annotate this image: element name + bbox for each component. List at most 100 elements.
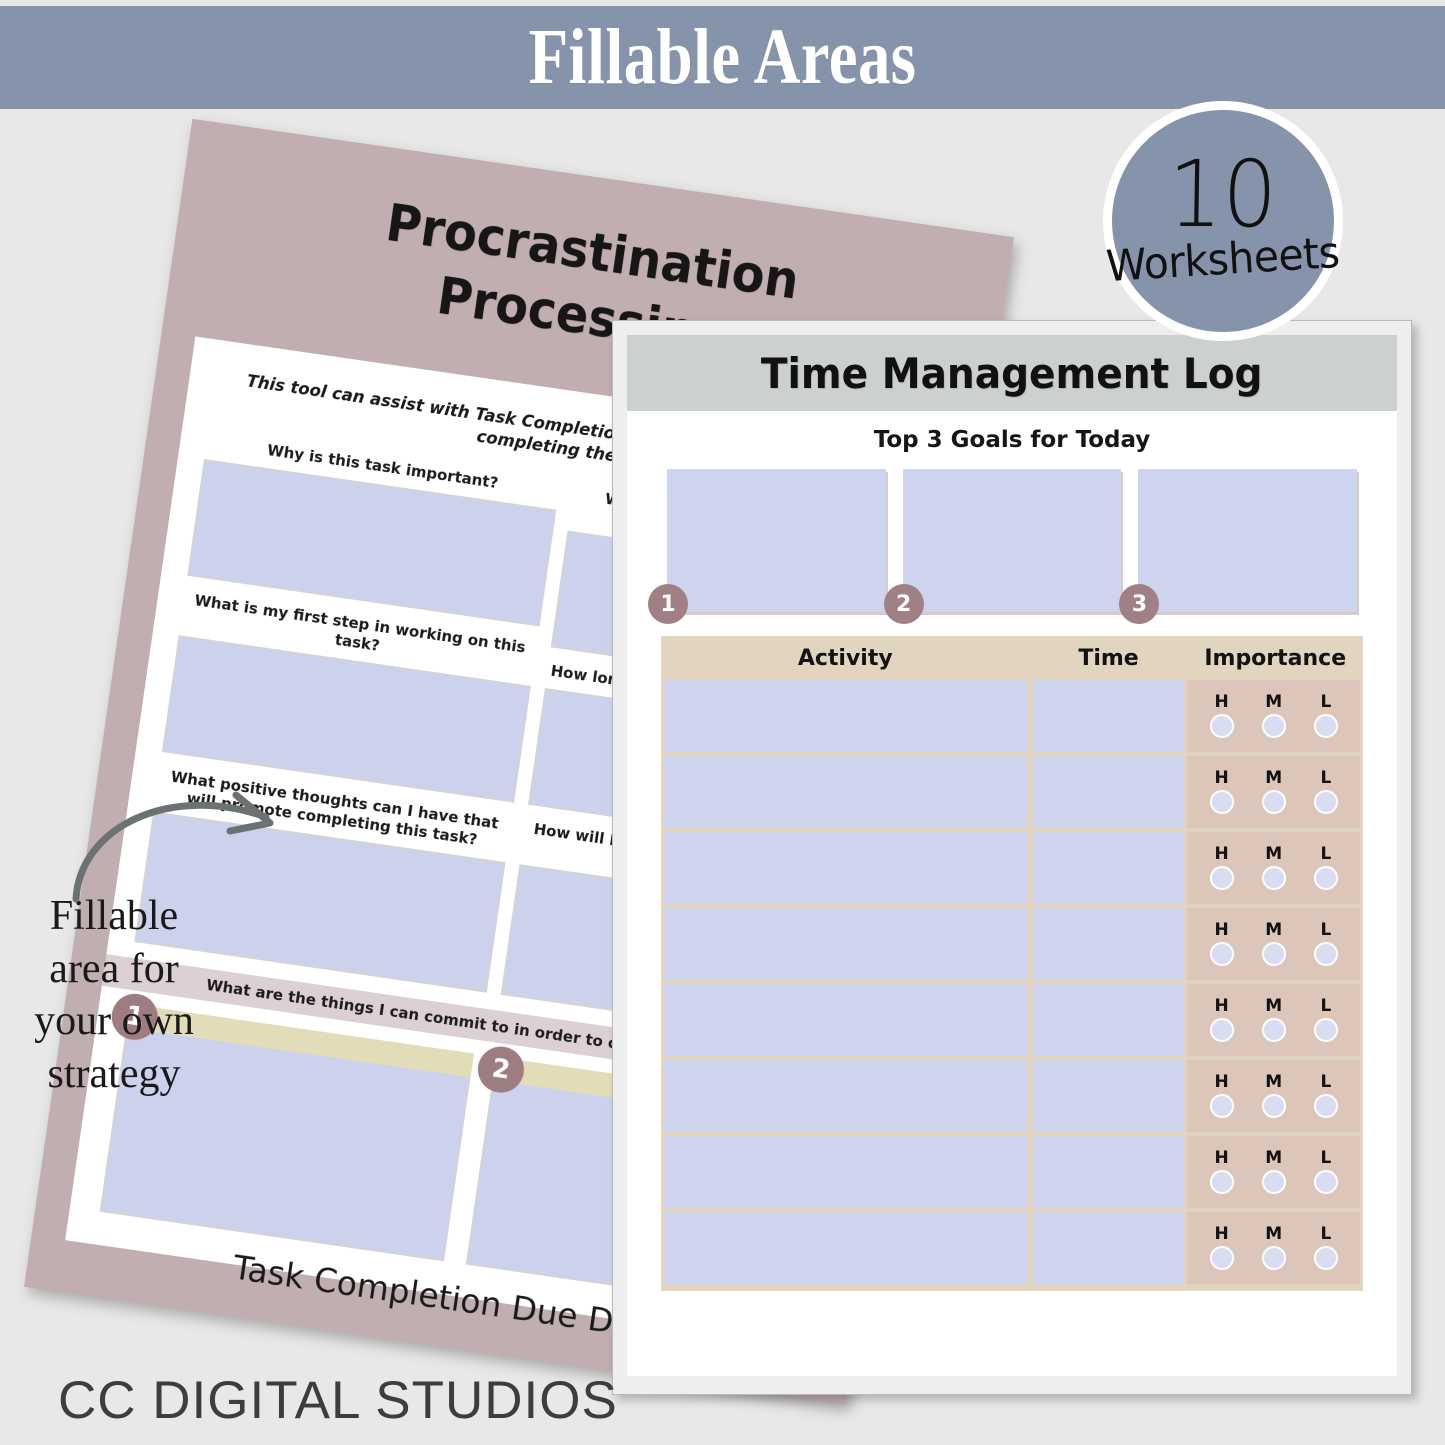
importance-option[interactable]: H [1209,922,1234,966]
importance-letter: H [1214,768,1229,788]
time-fillable-area[interactable] [1032,832,1185,904]
top-banner: Fillable Areas [0,6,1445,109]
importance-letter: L [1320,920,1332,940]
importance-option[interactable]: M [1261,846,1286,890]
activity-fillable-area[interactable] [664,832,1027,904]
table-row: H ML [661,680,1363,752]
importance-option[interactable]: M [1261,1224,1286,1270]
importance-radio-icon[interactable] [1261,1018,1286,1042]
importance-option[interactable]: M [1261,1074,1286,1118]
table-row: HML [661,908,1363,980]
importance-radio-icon[interactable] [1209,1094,1234,1118]
brand-footer: CC DIGITAL STUDIOS [58,1371,618,1430]
importance-option[interactable]: H [1209,1148,1234,1194]
importance-radio-icon[interactable] [1209,1170,1234,1194]
time-fillable-area[interactable] [1032,1060,1185,1132]
time-fillable-area[interactable] [1032,1136,1185,1208]
goal-number: 1 [648,584,688,624]
importance-radio-icon[interactable] [1209,942,1234,966]
question-block: What is my first step in working on this… [161,589,538,803]
goal-fillable-area[interactable]: 1 [648,469,886,624]
table-row: HML [661,756,1363,828]
importance-letter: M [1265,1148,1283,1168]
importance-option[interactable]: M [1261,920,1286,966]
importance-option[interactable]: H [1209,998,1234,1042]
importance-option[interactable]: L [1313,1072,1338,1118]
importance-letter: H [1214,1072,1229,1092]
goal-number: 3 [1119,584,1160,624]
time-fillable-area[interactable] [1032,908,1185,980]
importance-option[interactable]: L [1313,768,1338,814]
importance-cell: HML [1187,1212,1360,1284]
time-fillable-area[interactable] [1032,984,1185,1056]
importance-radio-icon[interactable] [1209,714,1234,738]
importance-letter: L [1320,844,1332,864]
activity-fillable-area[interactable] [664,680,1027,752]
importance-option[interactable]: L [1313,1224,1338,1270]
importance-option[interactable]: H [1209,1072,1234,1118]
importance-option[interactable]: M [1261,998,1286,1042]
worksheet-time-management-log[interactable]: Time Management Log Top 3 Goals for Toda… [612,320,1412,1395]
worksheet-count-badge: 10 Worksheets [1103,101,1343,341]
importance-letter: L [1320,768,1332,788]
importance-radio-icon[interactable] [1313,1094,1338,1118]
time-fillable-area[interactable] [1032,680,1185,752]
time-fillable-area[interactable] [1032,756,1185,828]
goal-fillable-area[interactable]: 3 [1119,469,1358,624]
importance-letter: H [1214,692,1229,712]
importance-letter: H [1214,1148,1229,1168]
importance-cell: HML [1187,1060,1360,1132]
column-header-importance: Importance [1204,645,1347,671]
importance-option[interactable]: H [1209,1226,1234,1270]
importance-option[interactable]: L [1313,694,1338,738]
importance-option[interactable]: L [1313,996,1338,1042]
importance-radio-icon[interactable] [1261,1246,1286,1270]
importance-radio-icon[interactable] [1209,866,1234,890]
goal-fillable-area[interactable]: 2 [883,469,1122,624]
importance-radio-icon[interactable] [1313,1246,1338,1270]
time-fillable-area[interactable] [1032,1212,1185,1284]
goals-title: Top 3 Goals for Today [873,427,1151,453]
importance-option[interactable]: H [1209,846,1234,890]
curved-arrow-icon [72,791,274,903]
importance-letter: M [1265,1224,1283,1244]
importance-radio-icon[interactable] [1209,1018,1234,1042]
importance-letter: L [1320,1224,1332,1244]
importance-letter: L [1320,996,1332,1016]
importance-option[interactable]: L [1313,1148,1338,1194]
activity-fillable-area[interactable] [664,984,1027,1056]
table-row: HM L [661,984,1363,1056]
activity-fillable-area[interactable] [664,908,1027,980]
right-sheet-title: Time Management Log [761,348,1263,398]
importance-radio-icon[interactable] [1313,866,1338,890]
importance-option[interactable]: M [1261,694,1286,738]
importance-letter: L [1320,1072,1332,1092]
importance-radio-icon[interactable] [1261,866,1286,890]
importance-letter: M [1265,920,1283,940]
activity-fillable-area[interactable] [664,1136,1027,1208]
importance-radio-icon[interactable] [1313,1170,1338,1194]
importance-option[interactable]: M [1261,770,1286,814]
activity-fillable-area[interactable] [664,756,1027,828]
importance-radio-icon[interactable] [1209,790,1234,814]
importance-radio-icon[interactable] [1261,942,1286,966]
activity-fillable-area[interactable] [664,1060,1027,1132]
activity-fillable-area[interactable] [664,1212,1027,1284]
importance-option[interactable]: M [1261,1148,1286,1194]
importance-radio-icon[interactable] [1261,714,1286,738]
importance-option[interactable]: H [1209,692,1234,738]
importance-radio-icon[interactable] [1261,790,1286,814]
importance-radio-icon[interactable] [1261,1170,1286,1194]
right-sheet-header: Time Management Log [627,335,1397,411]
importance-radio-icon[interactable] [1261,1094,1286,1118]
importance-letter: L [1320,1148,1332,1168]
importance-radio-icon[interactable] [1313,790,1338,814]
importance-radio-icon[interactable] [1209,1246,1234,1270]
importance-radio-icon[interactable] [1313,714,1338,738]
importance-radio-icon[interactable] [1313,1018,1338,1042]
column-header-activity: Activity [797,645,893,671]
importance-radio-icon[interactable] [1313,942,1338,966]
importance-option[interactable]: L [1313,920,1338,966]
importance-option[interactable]: H [1209,768,1234,814]
importance-option[interactable]: L [1313,844,1338,890]
